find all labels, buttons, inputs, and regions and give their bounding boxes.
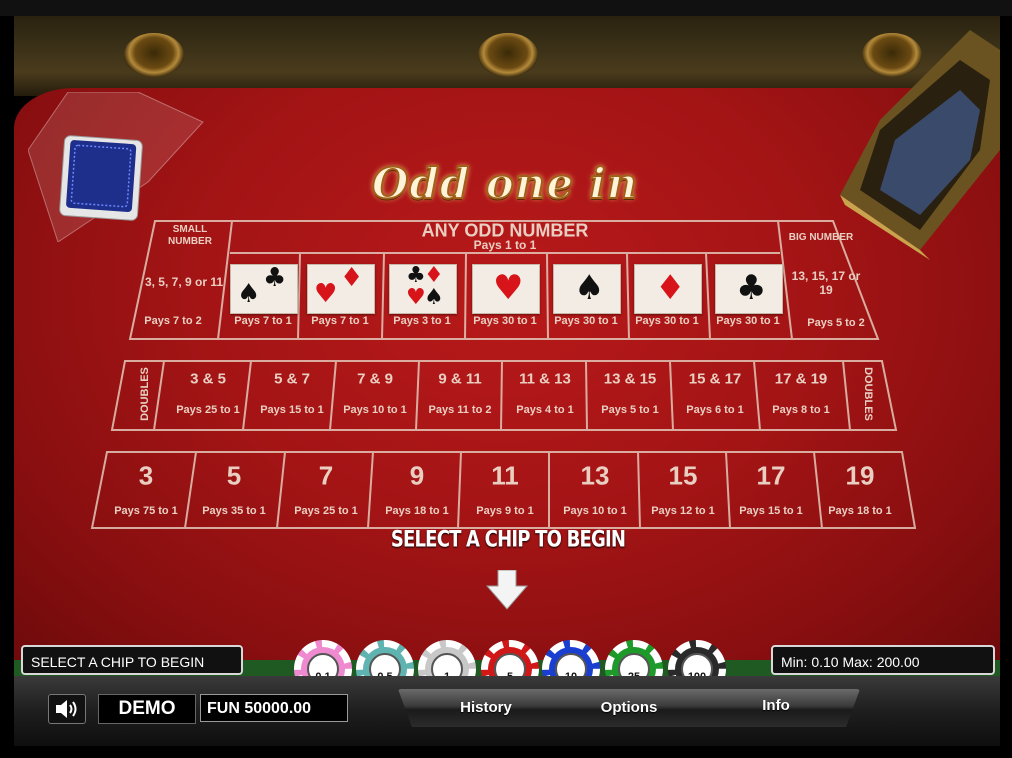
heart-icon: ♥ [406, 285, 426, 310]
card-bet-pays: Pays 3 to 1 [393, 315, 451, 327]
card-bet-7[interactable]: ♣ [715, 264, 783, 314]
deck-holder [28, 92, 204, 242]
single-bet-pays: Pays 10 to 1 [563, 505, 627, 517]
card-bet-2[interactable]: ♥ ♦ [307, 264, 375, 314]
double-bet-1[interactable]: 3 & 5 [190, 371, 226, 388]
double-bet-pays: Pays 11 to 2 [428, 404, 492, 416]
card-bet-pays: Pays 30 to 1 [635, 315, 699, 327]
down-arrow-icon [486, 570, 528, 610]
small-number-values[interactable]: 3, 5, 7, 9 or 11 [144, 275, 224, 289]
card-bet-pays: Pays 30 to 1 [716, 315, 780, 327]
diamond-icon: ♦ [340, 263, 364, 293]
card-bet-pays: Pays 30 to 1 [473, 315, 537, 327]
big-number-values[interactable]: 13, 15, 17 or 19 [786, 269, 866, 297]
single-bet-pays: Pays 35 to 1 [202, 505, 266, 517]
double-bet-pays: Pays 15 to 1 [260, 404, 324, 416]
card-bet-pays: Pays 7 to 1 [234, 315, 292, 327]
card-bet-6[interactable]: ♦ [634, 264, 702, 314]
diamond-icon: ♦ [655, 268, 686, 308]
club-icon: ♣ [736, 268, 767, 308]
card-bet-4[interactable]: ♥ [472, 264, 540, 314]
doubles-label-right: DOUBLES [862, 367, 874, 421]
select-chip-prompt: SELECT A CHIP TO BEGIN [390, 527, 626, 553]
single-bet-pays: Pays 12 to 1 [651, 505, 715, 517]
card-shoe [840, 30, 1000, 260]
spade-icon: ♠ [574, 268, 605, 308]
double-bet-8[interactable]: 17 & 19 [775, 371, 828, 388]
club-icon: ♣ [406, 263, 426, 288]
double-bet-5[interactable]: 11 & 13 [519, 371, 571, 388]
bet-limits: Min: 0.10 Max: 200.00 [771, 645, 995, 675]
single-bet-7[interactable]: 7 [319, 461, 333, 492]
double-bet-2[interactable]: 5 & 7 [274, 371, 310, 388]
double-bet-3[interactable]: 7 & 9 [357, 371, 393, 388]
double-bet-6[interactable]: 13 & 15 [604, 371, 657, 388]
diamond-icon: ♦ [424, 263, 444, 288]
double-bet-pays: Pays 4 to 1 [516, 404, 574, 416]
card-bet-5[interactable]: ♠ [553, 264, 621, 314]
double-bet-pays: Pays 6 to 1 [686, 404, 744, 416]
heart-icon: ♥ [493, 268, 524, 308]
single-bet-pays: Pays 25 to 1 [294, 505, 358, 517]
info-button[interactable]: Info [762, 687, 790, 725]
history-button[interactable]: History [460, 689, 512, 727]
single-bet-pays: Pays 18 to 1 [385, 505, 449, 517]
double-bet-pays: Pays 8 to 1 [772, 404, 830, 416]
double-bet-pays: Pays 25 to 1 [176, 404, 240, 416]
sound-toggle-button[interactable] [48, 694, 86, 724]
spade-icon: ♠ [237, 279, 261, 309]
double-bet-pays: Pays 5 to 1 [601, 404, 659, 416]
heart-icon: ♥ [314, 279, 338, 309]
single-bet-pays: Pays 9 to 1 [476, 505, 534, 517]
card-bet-1[interactable]: ♠ ♣ [230, 264, 298, 314]
card-bet-pays: Pays 30 to 1 [554, 315, 618, 327]
doubles-label-left: DOUBLES [139, 367, 151, 421]
options-button[interactable]: Options [601, 689, 658, 727]
small-number-label: SMALL NUMBER [168, 224, 212, 247]
single-bet-17[interactable]: 17 [757, 461, 786, 492]
small-number-pays: Pays 7 to 2 [144, 315, 202, 327]
single-bet-13[interactable]: 13 [581, 461, 610, 492]
game-logo: Odd one in [371, 158, 639, 209]
single-bet-3[interactable]: 3 [139, 461, 153, 492]
single-bet-5[interactable]: 5 [227, 461, 241, 492]
card-bet-pays: Pays 7 to 1 [311, 315, 369, 327]
single-bet-11[interactable]: 11 [491, 461, 519, 492]
big-number-label: BIG NUMBER [788, 232, 854, 243]
big-number-pays: Pays 5 to 2 [807, 317, 865, 329]
club-icon: ♣ [263, 263, 287, 293]
single-bet-9[interactable]: 9 [410, 461, 424, 492]
status-message: SELECT A CHIP TO BEGIN [21, 645, 243, 675]
single-bet-pays: Pays 18 to 1 [828, 505, 892, 517]
any-odd-pays: Pays 1 to 1 [473, 238, 537, 252]
balance-display: FUN 50000.00 [200, 694, 348, 722]
single-bet-19[interactable]: 19 [846, 461, 875, 492]
spade-icon: ♠ [424, 285, 444, 310]
single-bet-15[interactable]: 15 [669, 461, 698, 492]
mode-indicator: DEMO [98, 694, 196, 724]
chip-cup-center [478, 33, 538, 77]
chip-cup-left [124, 33, 184, 77]
speaker-icon [56, 700, 77, 718]
single-bet-pays: Pays 75 to 1 [114, 505, 178, 517]
card-bet-3[interactable]: ♣ ♦ ♥ ♠ [389, 264, 457, 314]
double-bet-pays: Pays 10 to 1 [343, 404, 407, 416]
double-bet-4[interactable]: 9 & 11 [438, 371, 481, 388]
double-bet-7[interactable]: 15 & 17 [689, 371, 742, 388]
single-bet-pays: Pays 15 to 1 [739, 505, 803, 517]
game-stage: Odd one in SMALL NUMBER 3, 5, 7, 9 or 11… [0, 0, 1012, 758]
